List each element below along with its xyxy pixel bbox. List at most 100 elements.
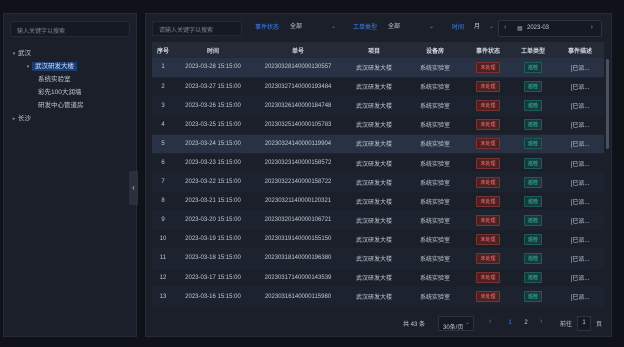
date-picker[interactable]: ‹ ▦ 2023-03 › xyxy=(498,20,602,37)
chevron-left-icon: ‹ xyxy=(132,183,135,192)
cell-room: 系统实验室 xyxy=(404,172,466,193)
tree-node-changsha[interactable]: ▸ 长沙 xyxy=(4,112,136,125)
col-header-type[interactable]: 工单类型 xyxy=(510,42,556,58)
cell-status: 未处理 xyxy=(466,58,510,78)
cell-type: 巡检 xyxy=(510,77,556,97)
event-status-value: 全部 xyxy=(290,24,303,30)
table-row[interactable]: 10 2023-03-19 15:15:00 2023031914000015515… xyxy=(152,229,604,250)
cell-time: 2023-03-24 15:15:00 xyxy=(174,134,252,154)
col-header-time[interactable]: 时间 xyxy=(174,42,252,58)
page-size-select[interactable]: 30条/页 ⌄ xyxy=(438,316,474,331)
table-row[interactable]: 8 2023-03-21 15:15:00 20230321140000120321… xyxy=(152,191,604,212)
cell-type: 巡检 xyxy=(510,191,556,212)
cell-type: 巡检 xyxy=(510,248,556,269)
tree-node-wuhan[interactable]: ▾ 武汉 xyxy=(4,47,136,60)
cell-id: 20230324140000119904 xyxy=(252,134,344,154)
event-status-label: 事件状态 xyxy=(255,25,280,31)
cell-status: 未处理 xyxy=(466,210,510,231)
table-scrollbar[interactable] xyxy=(606,59,609,149)
cell-id: 20230327140000193484 xyxy=(252,77,344,97)
page-1-button[interactable]: 1 xyxy=(504,317,516,330)
cell-desc: [已派... xyxy=(556,210,604,231)
table-row[interactable]: 12 2023-03-17 15:15:00 2023031714000014353… xyxy=(152,268,604,288)
table-row[interactable]: 13 2023-03-16 15:15:00 2023031614000011598… xyxy=(152,287,604,307)
cell-desc: [已派... xyxy=(556,115,604,135)
cell-desc: [已派... xyxy=(556,58,604,78)
cell-room: 系统实验室 xyxy=(404,229,466,250)
goto-label: 前往 xyxy=(560,322,573,328)
cell-status: 未处理 xyxy=(466,268,510,288)
cell-type: 巡检 xyxy=(510,115,556,135)
table-row[interactable]: 2 2023-03-27 15:15:00 20230327140000193484… xyxy=(152,77,604,97)
keyword-search-input[interactable]: 请输入关键字以搜索 xyxy=(152,21,242,36)
event-status-select[interactable]: 全部 ⌄ xyxy=(284,21,340,36)
caret-right-icon[interactable]: ▸ xyxy=(10,113,18,126)
table-row[interactable]: 1 2023-03-28 15:15:00 20230328140000130557… xyxy=(152,58,604,78)
goto-page-input[interactable]: 1 xyxy=(577,316,591,331)
type-badge: 巡检 xyxy=(523,138,542,150)
tree-node-pipe-room[interactable]: 研发中心管道房 xyxy=(4,99,136,112)
status-badge: 未处理 xyxy=(476,81,500,93)
table-row[interactable]: 7 2023-03-22 15:15:00 20230322140000158722… xyxy=(152,172,604,193)
col-header-room[interactable]: 设备房 xyxy=(404,42,466,58)
table-row[interactable]: 9 2023-03-20 15:15:00 20230320140000106721… xyxy=(152,210,604,231)
cell-no: 5 xyxy=(152,134,174,154)
cell-type: 巡检 xyxy=(510,96,556,116)
date-value: 2023-03 xyxy=(527,25,550,31)
cell-id: 20230316140000115980 xyxy=(252,287,344,307)
col-header-no[interactable]: 序号 xyxy=(152,42,174,58)
cell-time: 2023-03-19 15:15:00 xyxy=(174,229,252,250)
cell-time: 2023-03-18 15:15:00 xyxy=(174,248,252,269)
tree-node-wuhan-rd-building[interactable]: ▾ 武汉研发大楼 xyxy=(4,60,136,73)
tree-search-input[interactable]: 输入关键字以搜索 xyxy=(10,21,130,37)
prev-page-icon[interactable]: ‹ xyxy=(489,318,491,325)
chevron-down-icon: ⌄ xyxy=(464,320,470,326)
type-badge: 巡检 xyxy=(523,176,542,188)
col-header-status[interactable]: 事件状态 xyxy=(466,42,510,58)
table-header-row: 序号 时间 单号 项目 设备房 事件状态 工单类型 事件描述 xyxy=(152,42,604,58)
cell-project: 武汉研发大楼 xyxy=(344,268,404,288)
cell-project: 武汉研发大楼 xyxy=(344,172,404,193)
col-header-id[interactable]: 单号 xyxy=(252,42,344,58)
cell-project: 武汉研发大楼 xyxy=(344,287,404,307)
cell-type: 巡检 xyxy=(510,229,556,250)
col-header-desc[interactable]: 事件描述 xyxy=(556,42,604,58)
order-type-select[interactable]: 全部 ⌄ xyxy=(382,21,438,36)
prev-month-icon[interactable]: ‹ xyxy=(504,24,506,31)
page-2-button[interactable]: 2 xyxy=(520,317,532,330)
cell-room: 系统实验室 xyxy=(404,96,466,116)
cell-time: 2023-03-21 15:15:00 xyxy=(174,191,252,212)
cell-desc: [已派... xyxy=(556,77,604,97)
status-badge: 未处理 xyxy=(476,252,500,264)
cell-project: 武汉研发大楼 xyxy=(344,96,404,116)
table-row[interactable]: 6 2023-03-23 15:15:00 20230323140000158572… xyxy=(152,153,604,174)
cell-status: 未处理 xyxy=(466,172,510,193)
time-unit-value: 月 xyxy=(474,24,481,30)
col-header-project[interactable]: 项目 xyxy=(344,42,404,58)
calendar-icon: ▦ xyxy=(517,26,523,32)
tree-node-runqiang[interactable]: 彩先100大润墙 xyxy=(4,86,136,99)
table-row[interactable]: 11 2023-03-18 15:15:00 2023031814000019638… xyxy=(152,248,604,269)
cell-room: 系统实验室 xyxy=(404,191,466,212)
tree-node-system-lab[interactable]: 系统实验室 xyxy=(4,73,136,86)
status-badge: 未处理 xyxy=(476,176,500,188)
cell-status: 未处理 xyxy=(466,248,510,269)
cell-room: 系统实验室 xyxy=(404,153,466,174)
cell-time: 2023-03-27 15:15:00 xyxy=(174,77,252,97)
time-unit-select[interactable]: 月 ⌄ xyxy=(468,21,496,36)
tree-panel: 输入关键字以搜索 ▾ 武汉 ▾ 武汉研发大楼 系统实验室 彩先100大润墙 研发中心… xyxy=(3,13,138,337)
collapse-panel-button[interactable]: ‹ xyxy=(129,171,138,205)
cell-time: 2023-03-25 15:15:00 xyxy=(174,115,252,135)
next-page-icon[interactable]: › xyxy=(540,318,542,325)
cell-no: 1 xyxy=(152,58,174,78)
next-month-icon[interactable]: › xyxy=(591,24,593,31)
cell-status: 未处理 xyxy=(466,287,510,307)
pagination: 共 43 条 30条/页 ⌄ ‹ 1 2 › 前往 1 页 xyxy=(146,314,611,334)
table-row[interactable]: 3 2023-03-26 15:15:00 20230326140000184748… xyxy=(152,96,604,116)
cell-room: 系统实验室 xyxy=(404,77,466,97)
cell-no: 6 xyxy=(152,153,174,174)
table-row[interactable]: 4 2023-03-25 15:15:00 20230325140000105783… xyxy=(152,115,604,135)
table-row[interactable]: 5 2023-03-24 15:15:00 20230324140000119904… xyxy=(152,134,604,154)
cell-id: 20230328140000130557 xyxy=(252,58,344,78)
type-badge: 巡检 xyxy=(523,100,542,112)
